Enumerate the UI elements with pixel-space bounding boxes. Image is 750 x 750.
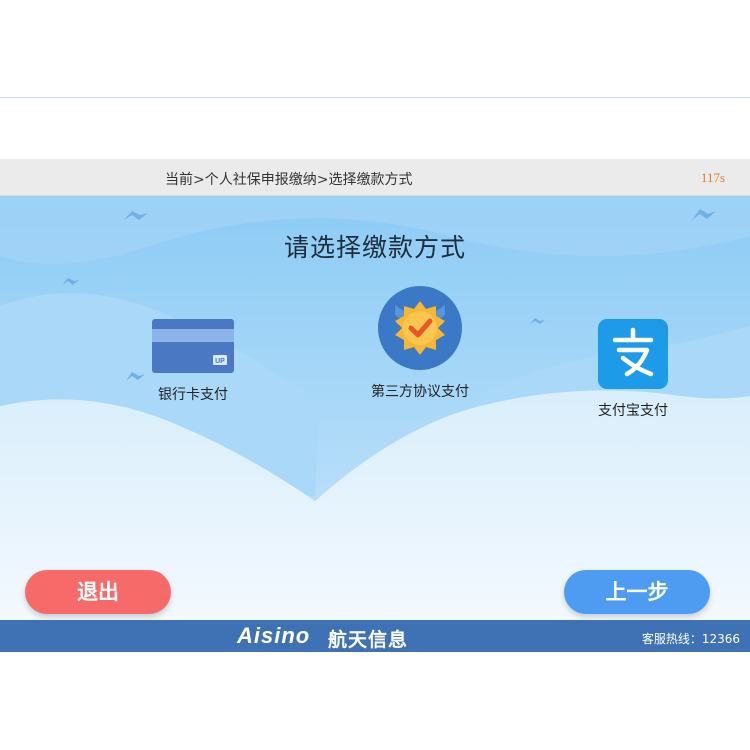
option-label-bank-card: 银行卡支付	[158, 387, 228, 403]
option-label-alipay: 支付宝支付	[598, 403, 668, 419]
hotline-text: 客服热线：12366	[641, 632, 740, 646]
option-alipay[interactable]: 支付宝支付	[594, 319, 672, 420]
breadcrumb: 当前>个人社保申报缴纳>选择缴款方式	[165, 172, 413, 188]
brand-name: 航天信息	[328, 629, 409, 651]
page-title: 请选择缴款方式	[283, 233, 466, 262]
alipay-icon	[598, 319, 668, 389]
option-bank-card[interactable]: UP 银行卡支付	[151, 318, 235, 404]
svg-text:UP: UP	[215, 358, 225, 365]
top-blank-area	[0, 97, 750, 159]
exit-button[interactable]: 退出	[25, 570, 171, 614]
footer-bar: Aisino 航天信息 客服热线：12366	[0, 620, 750, 652]
main-stage: 请选择缴款方式 UP 银行卡支付 第三方协议支付 支付宝支付	[0, 196, 750, 620]
breadcrumb-bar: 当前>个人社保申报缴纳>选择缴款方式 117s	[0, 159, 750, 196]
bank-card-icon: UP	[152, 319, 234, 373]
countdown-timer: 117s	[700, 170, 725, 185]
option-third-party[interactable]: 第三方协议支付	[362, 286, 478, 401]
option-label-third-party: 第三方协议支付	[371, 384, 469, 400]
brand-logo: Aisino	[237, 623, 311, 648]
kiosk-screen: 当前>个人社保申报缴纳>选择缴款方式 117s 请选择缴款方式 UP 银行卡支付…	[0, 159, 750, 652]
back-button[interactable]: 上一步	[564, 570, 710, 614]
verified-badge-icon	[378, 286, 462, 370]
